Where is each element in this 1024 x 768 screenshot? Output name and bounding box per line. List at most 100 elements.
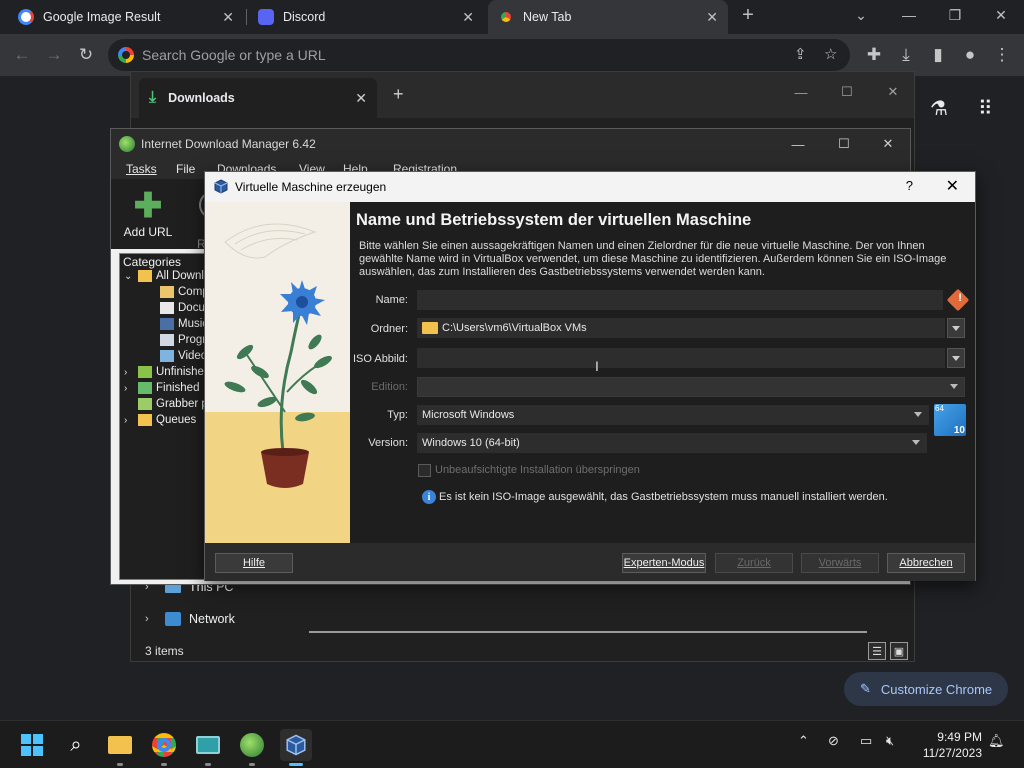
close-dialog-icon[interactable]: ✕	[946, 176, 959, 196]
chrome-tab-strip: Google Image Result ✕ Discord ✕ New Tab …	[0, 0, 1024, 34]
labs-flask-icon[interactable]: ⚗	[930, 96, 948, 121]
notification-bell-icon[interactable]: 🔔︎	[988, 733, 1005, 749]
close-window-icon[interactable]: ✕	[870, 78, 916, 106]
close-window-icon[interactable]: ✕	[978, 0, 1024, 30]
grabber-icon	[138, 398, 152, 410]
speaker-muted-icon[interactable]: 🔇︎	[886, 733, 894, 749]
close-tab-icon[interactable]: ✕	[355, 90, 367, 107]
close-window-icon[interactable]: ✕	[865, 129, 911, 159]
omnibox[interactable]: Search Google or type a URL ⇪ ☆	[108, 39, 850, 71]
finished-folder-icon	[138, 382, 152, 394]
skip-unattended-label: Unbeaufsichtigte Installation überspring…	[435, 464, 640, 476]
flower-pot-illustration	[224, 223, 332, 488]
chevron-up-icon[interactable]: ⌃	[798, 733, 809, 749]
download-arrow-icon: ⤓	[149, 89, 157, 106]
idm-logo-icon	[119, 136, 135, 152]
menu-file[interactable]: File	[176, 162, 195, 176]
horizontal-scrollbar[interactable]	[309, 631, 867, 633]
menu-icon[interactable]: ⋮	[986, 34, 1018, 76]
windows-logo-icon	[21, 734, 43, 756]
maximize-icon[interactable]: ☐	[821, 129, 867, 159]
idm-logo-icon	[240, 733, 264, 757]
expert-mode-button[interactable]: Experten-Modus	[622, 553, 706, 573]
file-explorer-button[interactable]	[104, 729, 136, 766]
tree-item-video[interactable]: Video	[160, 350, 207, 362]
forward-icon[interactable]: →	[38, 34, 70, 76]
warning-icon: !	[946, 288, 970, 312]
iso-info-message: Es ist kein ISO-Image ausgewählt, das Ga…	[439, 491, 888, 503]
menu-tasks[interactable]: Tasks	[126, 162, 157, 176]
network-off-icon[interactable]: ⊘	[828, 733, 839, 749]
side-panel-icon[interactable]: ▮	[922, 34, 954, 76]
search-icon[interactable]: ⌕	[60, 729, 92, 761]
share-icon[interactable]: ⇪	[794, 45, 807, 63]
idm-title: Internet Download Manager 6.42	[141, 137, 316, 151]
tree-item-music[interactable]: Music	[160, 318, 208, 330]
version-label: Version:	[368, 437, 408, 449]
restore-icon[interactable]: ❐	[932, 0, 978, 30]
new-tab-icon[interactable]: +	[736, 0, 760, 30]
new-tab-icon[interactable]: +	[393, 84, 404, 105]
iso-image-combo[interactable]	[417, 348, 945, 368]
extensions-icon[interactable]: ✚	[858, 34, 890, 76]
document-icon	[160, 302, 174, 314]
minimize-icon[interactable]: —	[775, 129, 821, 159]
close-tab-icon[interactable]: ✕	[706, 9, 718, 26]
tree-item-all-downloads[interactable]: ⌄ All Downloads	[124, 270, 213, 282]
tree-item-grabber[interactable]: Grabber projects	[138, 398, 213, 410]
idm-titlebar: Internet Download Manager 6.42 — ☐ ✕	[111, 129, 910, 159]
back-icon[interactable]: ←	[6, 34, 38, 76]
tab-discord[interactable]: Discord ✕	[248, 0, 484, 34]
monitor-icon	[196, 736, 220, 754]
cancel-button[interactable]: Abbrechen	[887, 553, 965, 573]
tree-item-queues[interactable]: › Queues	[124, 414, 196, 426]
minimize-icon[interactable]: —	[778, 78, 824, 106]
virtualbox-taskbar-button[interactable]	[280, 729, 312, 766]
tree-item-finished[interactable]: › Finished	[124, 382, 199, 394]
tab-google-image-result[interactable]: Google Image Result ✕	[8, 0, 244, 34]
start-button[interactable]	[16, 729, 48, 761]
windows-10-os-icon: 64 10	[934, 404, 966, 436]
help-button[interactable]: Hilfe	[215, 553, 293, 573]
apps-grid-icon[interactable]: ⠿	[978, 96, 993, 121]
close-tab-icon[interactable]: ✕	[222, 9, 234, 26]
details-view-icon[interactable]: ☰	[868, 642, 886, 660]
iso-dropdown-button[interactable]	[947, 348, 965, 368]
idm-taskbar-button[interactable]	[236, 729, 268, 766]
running-indicator	[249, 763, 255, 766]
add-url-button[interactable]: ✚ Add URL	[123, 187, 173, 239]
vm-name-input[interactable]	[417, 290, 943, 310]
profile-icon[interactable]: ●	[954, 34, 986, 76]
close-tab-icon[interactable]: ✕	[462, 9, 474, 26]
folder-icon	[422, 322, 438, 334]
bookmark-star-icon[interactable]: ☆	[824, 45, 837, 63]
maximize-icon[interactable]: ☐	[824, 78, 870, 106]
folder-combo[interactable]: C:\Users\vm6\VirtualBox VMs	[417, 318, 945, 338]
customize-chrome-button[interactable]: ✎ Customize Chrome	[844, 672, 1008, 706]
display-icon[interactable]: ▭	[860, 733, 872, 749]
tree-item-unfinished[interactable]: › Unfinished	[124, 366, 210, 378]
os-version-combo[interactable]: Windows 10 (64-bit)	[417, 433, 927, 453]
minimize-icon[interactable]: —	[886, 0, 932, 30]
program-icon	[160, 334, 174, 346]
chrome-taskbar-button[interactable]	[148, 729, 180, 766]
downloads-icon[interactable]: ⤓	[890, 34, 922, 76]
dialog-title: Virtuelle Maschine erzeugen	[235, 180, 387, 194]
tab-new-tab[interactable]: New Tab ✕	[488, 0, 728, 34]
video-icon	[160, 350, 174, 362]
virtual-desktop-button[interactable]	[192, 729, 224, 766]
os-type-combo[interactable]: Microsoft Windows	[417, 405, 929, 425]
info-icon: i	[422, 490, 436, 504]
nav-item-network[interactable]: › Network	[145, 612, 235, 626]
iso-label: ISO Abbild:	[352, 353, 408, 365]
help-icon[interactable]: ?	[906, 178, 913, 193]
reload-icon[interactable]: ↻	[70, 34, 102, 76]
system-clock[interactable]: 9:49 PM 11/27/2023	[923, 729, 982, 761]
folder-dropdown-button[interactable]	[947, 318, 965, 338]
windows-taskbar: ⌕ ⌃ ⊘ ▭ 🔇︎ 9:49 PM 11/27/2023 🔔︎	[0, 720, 1024, 768]
tiles-view-icon[interactable]: ▣	[890, 642, 908, 660]
name-label: Name:	[375, 294, 408, 306]
downloads-tab[interactable]: ⤓ Downloads ✕	[139, 78, 377, 118]
chevron-right-icon: ›	[124, 414, 128, 426]
tab-search-icon[interactable]: ⌄	[838, 0, 884, 30]
